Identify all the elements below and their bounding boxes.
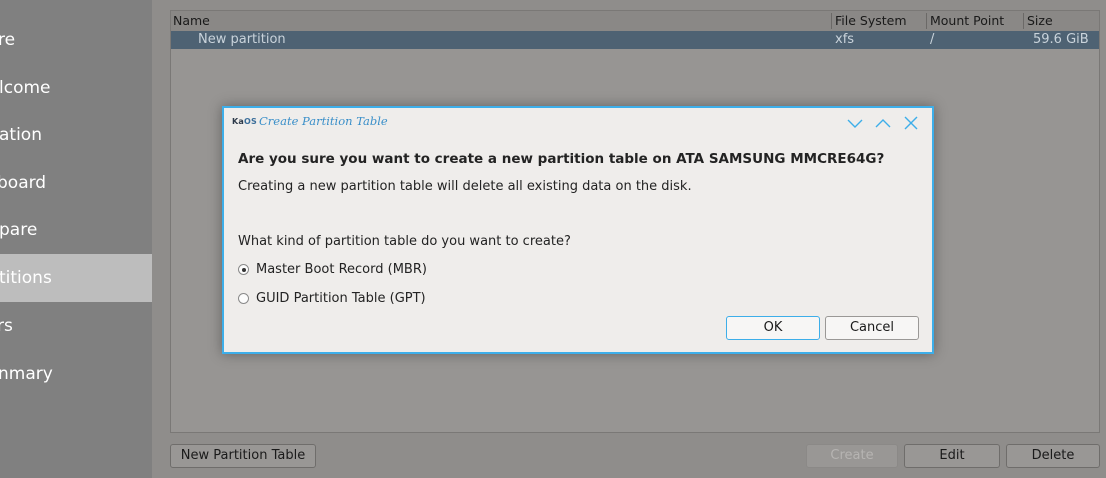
bottom-button-bar: New Partition Table Create Edit Delete	[152, 444, 1106, 470]
sidebar-item-keyboard[interactable]: board	[0, 159, 152, 207]
column-separator	[926, 13, 927, 29]
close-icon[interactable]	[900, 112, 922, 134]
column-header-mount-point[interactable]: Mount Point	[930, 13, 1004, 28]
cell-name: New partition	[198, 32, 286, 47]
radio-label-gpt: GUID Partition Table (GPT)	[256, 291, 426, 306]
kaos-logo: KaOS	[232, 117, 257, 126]
sidebar-item-welcome-partial[interactable]: re	[0, 16, 152, 64]
column-separator	[831, 13, 832, 29]
radio-label-mbr: Master Boot Record (MBR)	[256, 262, 427, 277]
create-partition-table-dialog: KaOS Create Partition Table Are you sure…	[222, 106, 934, 354]
sidebar-item-summary[interactable]: nmary	[0, 350, 152, 398]
sidebar-item-location[interactable]: ation	[0, 111, 152, 159]
installer-window: re lcome ation board pare titions rs nma…	[0, 0, 1106, 478]
sidebar-item-partitions[interactable]: titions	[0, 254, 152, 302]
column-header-name[interactable]: Name	[173, 13, 210, 28]
radio-button-gpt[interactable]	[238, 293, 249, 304]
cell-file-system: xfs	[835, 32, 855, 47]
cancel-button[interactable]: Cancel	[825, 316, 919, 340]
column-header-size[interactable]: Size	[1027, 13, 1053, 28]
maximize-icon[interactable]	[872, 112, 894, 134]
dialog-titlebar[interactable]: KaOS Create Partition Table	[224, 108, 932, 136]
minimize-icon[interactable]	[844, 112, 866, 134]
cell-size: 59.6 GiB	[1033, 32, 1089, 47]
column-header-file-system[interactable]: File System	[835, 13, 907, 28]
delete-button[interactable]: Delete	[1006, 444, 1100, 468]
sidebar-item-prepare[interactable]: pare	[0, 206, 152, 254]
cell-mount-point: /	[930, 32, 935, 47]
dialog-warning-text: Creating a new partition table will dele…	[238, 179, 692, 194]
dialog-heading: Are you sure you want to create a new pa…	[238, 151, 885, 167]
edit-button[interactable]: Edit	[904, 444, 1000, 468]
new-partition-table-button[interactable]: New Partition Table	[170, 444, 316, 468]
create-button[interactable]: Create	[806, 444, 898, 468]
sidebar: re lcome ation board pare titions rs nma…	[0, 0, 152, 478]
dialog-question-text: What kind of partition table do you want…	[238, 234, 571, 249]
column-separator	[1023, 13, 1024, 29]
radio-button-mbr[interactable]	[238, 264, 249, 275]
dialog-title: Create Partition Table	[259, 114, 388, 128]
table-row[interactable]: New partition xfs / 59.6 GiB	[171, 31, 1099, 49]
table-header: Name File System Mount Point Size	[171, 11, 1099, 31]
sidebar-item-welcome[interactable]: lcome	[0, 64, 152, 112]
ok-button[interactable]: OK	[726, 316, 820, 340]
sidebar-item-users[interactable]: rs	[0, 302, 152, 350]
